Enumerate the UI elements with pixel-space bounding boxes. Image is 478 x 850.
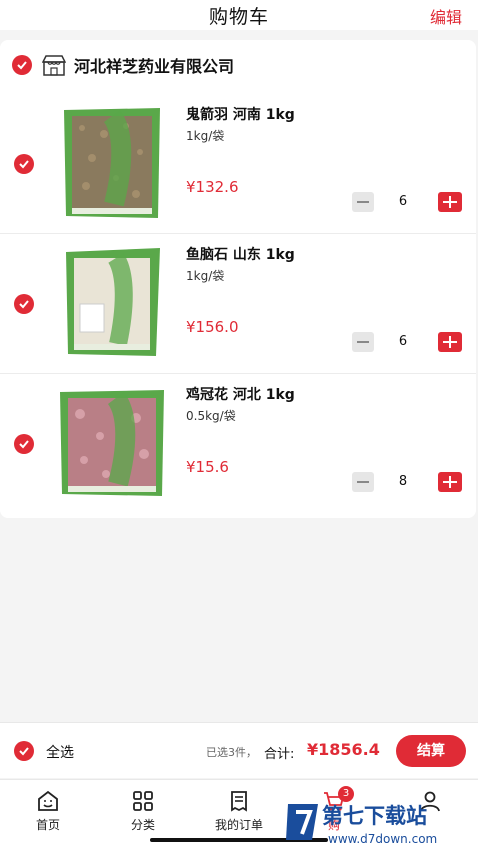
- home-icon: [38, 790, 58, 811]
- product-spec: 0.5kg/袋: [186, 409, 236, 423]
- tab-label: 首页: [35, 818, 60, 832]
- selected-count: 已选3件，: [206, 746, 257, 759]
- cart-item: 鱼脑石 山东 1kg 1kg/袋 ¥156.0 6: [0, 234, 476, 374]
- tab-orders[interactable]: 我的订单: [199, 780, 279, 840]
- select-all-label[interactable]: 全选: [46, 742, 74, 762]
- tab-label: 我的订单: [214, 818, 263, 832]
- quantity-stepper: 8: [352, 472, 462, 494]
- edit-button[interactable]: 编辑: [430, 4, 462, 28]
- checkmark-icon: [17, 61, 27, 70]
- product-price: ¥15.6: [186, 458, 229, 476]
- product-image[interactable]: [56, 244, 168, 360]
- category-icon: [133, 791, 153, 811]
- header-bar: 购物车 编辑: [0, 0, 478, 30]
- quantity-stepper: 6: [352, 332, 462, 354]
- product-name[interactable]: 鱼脑石 山东 1kg: [186, 244, 295, 264]
- shop-icon: [42, 55, 66, 76]
- quantity-stepper: 6: [352, 192, 462, 214]
- total-amount: ¥1856.4: [307, 740, 380, 759]
- product-name[interactable]: 鬼箭羽 河南 1kg: [186, 104, 295, 124]
- checkmark-icon: [19, 440, 29, 449]
- decrease-button[interactable]: [352, 192, 374, 212]
- decrease-button[interactable]: [352, 332, 374, 352]
- select-all-checkbox[interactable]: [14, 741, 34, 761]
- store-row: 河北祥芝药业有限公司: [0, 40, 476, 90]
- quantity-value[interactable]: 6: [388, 334, 418, 349]
- checkmark-icon: [19, 747, 29, 756]
- increase-button[interactable]: [438, 192, 462, 212]
- store-name[interactable]: 河北祥芝药业有限公司: [74, 53, 234, 77]
- orders-icon: [231, 791, 247, 812]
- cart-item: 鬼箭羽 河南 1kg 1kg/袋 ¥132.6 6: [0, 94, 476, 234]
- checkout-bar: 全选 已选3件， 合计: ¥1856.4 结算: [0, 722, 478, 778]
- checkmark-icon: [19, 300, 29, 309]
- cart-store-card: 河北祥芝药业有限公司 鬼箭羽 河南 1kg 1kg/袋 ¥132.6 6 鱼脑石…: [0, 40, 476, 518]
- watermark-text: 第七下载站: [322, 804, 427, 828]
- product-spec: 1kg/袋: [186, 269, 225, 283]
- increase-button[interactable]: [438, 472, 462, 492]
- store-checkbox[interactable]: [12, 55, 32, 75]
- product-image[interactable]: [56, 104, 168, 220]
- watermark-logo-icon: [286, 804, 318, 840]
- tab-category[interactable]: 分类: [103, 780, 183, 840]
- checkout-button[interactable]: 结算: [396, 735, 466, 767]
- quantity-value[interactable]: 6: [388, 194, 418, 209]
- item-checkbox[interactable]: [14, 154, 34, 174]
- quantity-value[interactable]: 8: [388, 474, 418, 489]
- item-checkbox[interactable]: [14, 434, 34, 454]
- tab-home[interactable]: 首页: [8, 780, 88, 840]
- item-checkbox[interactable]: [14, 294, 34, 314]
- total-label: 合计:: [264, 747, 295, 762]
- watermark: 第七下载站 www.d7down.com: [282, 798, 478, 850]
- page-title: 购物车: [208, 6, 269, 28]
- product-image[interactable]: [56, 384, 168, 500]
- tab-label: 分类: [130, 818, 155, 832]
- checkmark-icon: [19, 160, 29, 169]
- product-price: ¥132.6: [186, 178, 239, 196]
- increase-button[interactable]: [438, 332, 462, 352]
- product-name[interactable]: 鸡冠花 河北 1kg: [186, 384, 295, 404]
- cart-item: 鸡冠花 河北 1kg 0.5kg/袋 ¥15.6 8: [0, 374, 476, 514]
- product-spec: 1kg/袋: [186, 129, 225, 143]
- product-price: ¥156.0: [186, 318, 239, 336]
- watermark-url: www.d7down.com: [328, 832, 438, 846]
- decrease-button[interactable]: [352, 472, 374, 492]
